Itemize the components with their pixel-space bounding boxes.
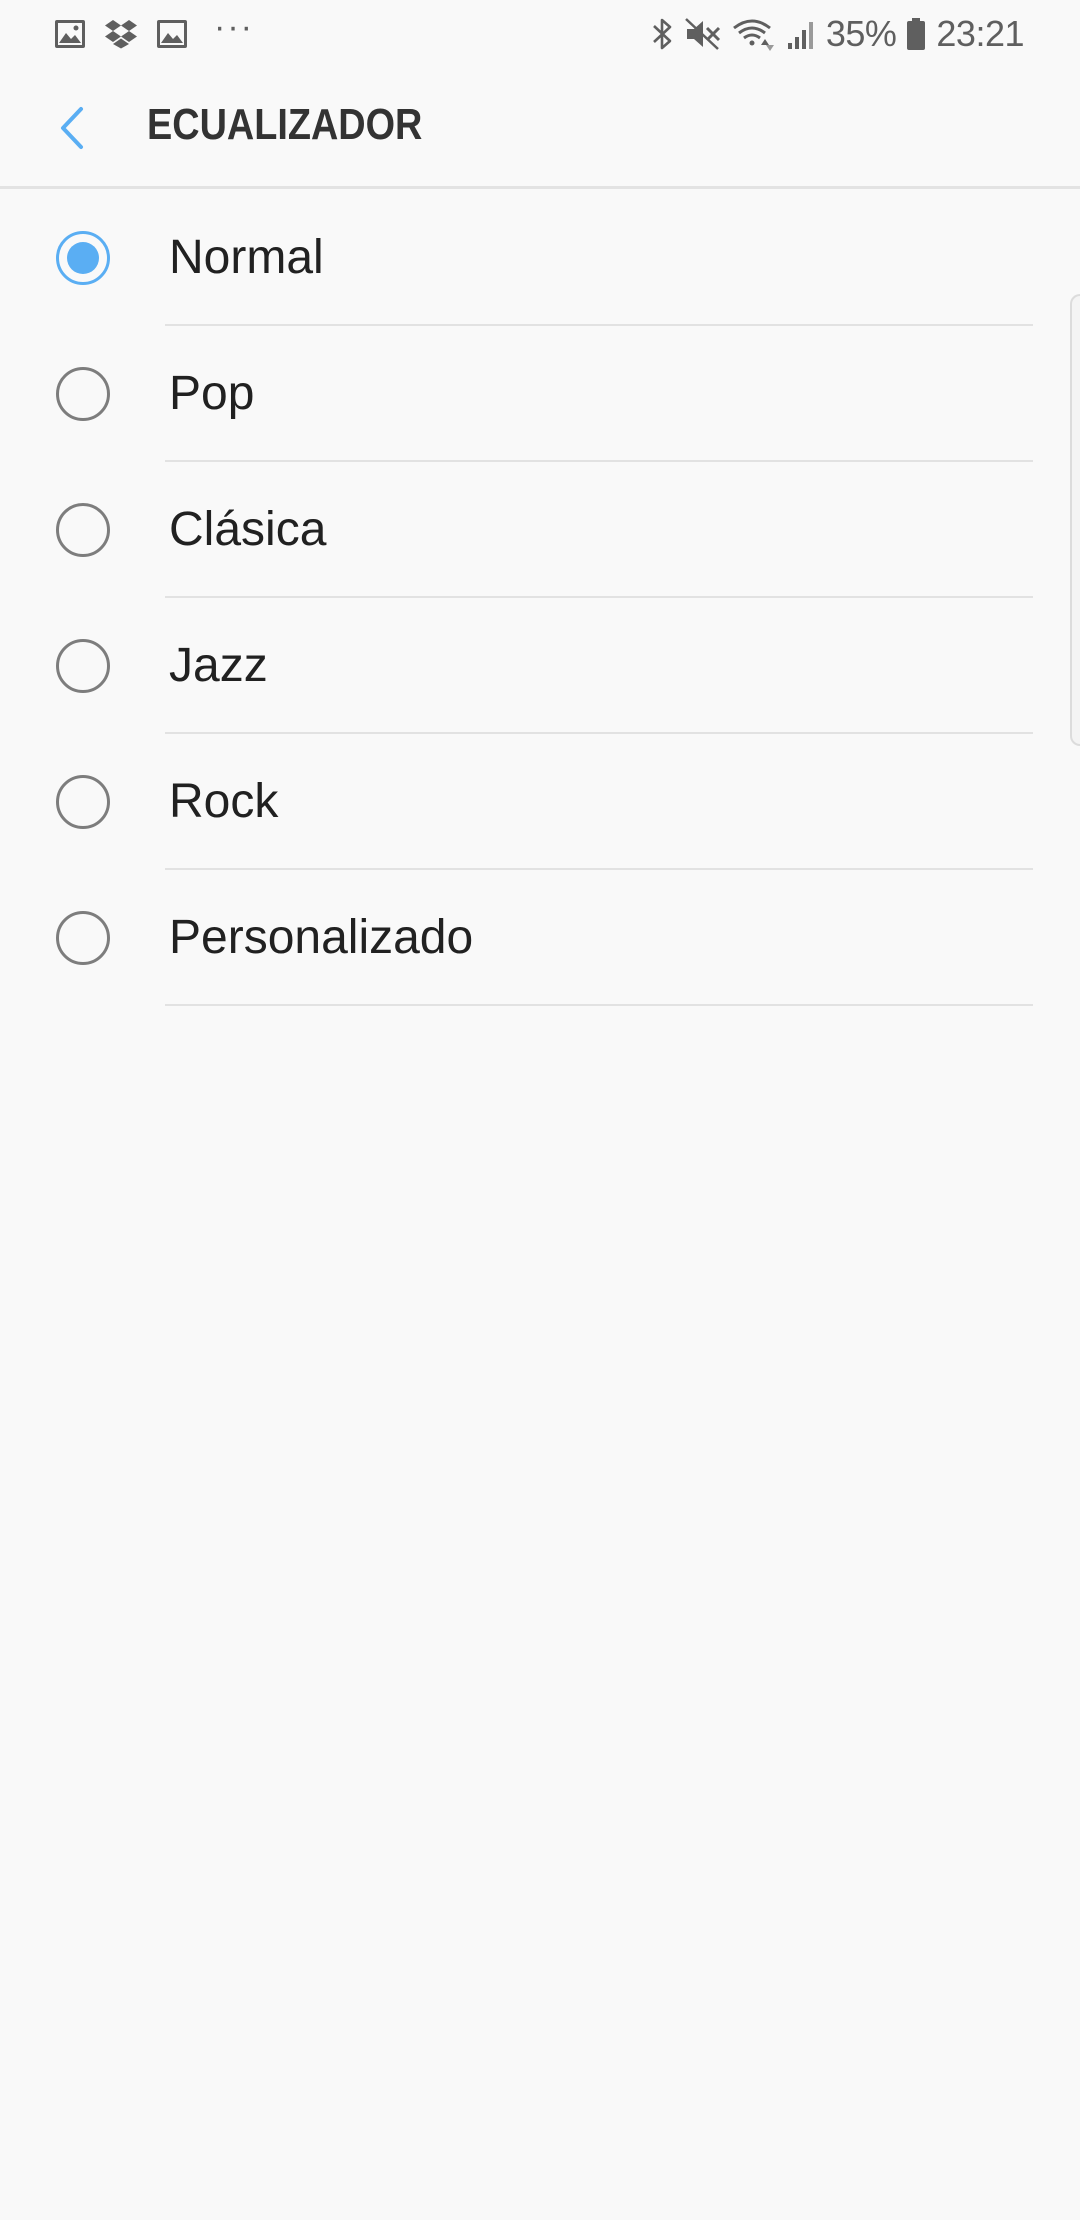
image-icon xyxy=(156,19,188,49)
wifi-icon xyxy=(732,17,776,51)
battery-icon xyxy=(906,17,926,51)
option-label: Clásica xyxy=(169,503,327,556)
app-bar: ECUALIZADOR xyxy=(0,66,1080,189)
gallery-icon xyxy=(54,19,86,49)
clock: 23:21 xyxy=(936,13,1024,54)
radio-button[interactable] xyxy=(56,367,110,421)
mute-icon xyxy=(684,17,722,51)
bluetooth-icon xyxy=(652,17,674,51)
equalizer-option-list: Normal Pop Clásica Jazz Rock Personaliza… xyxy=(0,190,1080,1006)
option-label: Jazz xyxy=(169,639,268,692)
option-clasica[interactable]: Clásica xyxy=(0,462,1080,598)
radio-button[interactable] xyxy=(56,503,110,557)
radio-dot xyxy=(67,242,99,274)
dropbox-icon xyxy=(104,19,138,49)
back-button[interactable] xyxy=(44,92,100,164)
option-label: Pop xyxy=(169,367,255,420)
radio-button[interactable] xyxy=(56,639,110,693)
option-jazz[interactable]: Jazz xyxy=(0,598,1080,734)
option-label: Personalizado xyxy=(169,911,474,964)
notification-icons: ··· xyxy=(54,10,254,52)
option-label: Normal xyxy=(169,231,324,284)
option-label: Rock xyxy=(169,775,279,828)
chevron-left-icon xyxy=(57,106,87,150)
radio-button[interactable] xyxy=(56,911,110,965)
radio-button[interactable] xyxy=(56,775,110,829)
option-rock[interactable]: Rock xyxy=(0,734,1080,870)
page-title: ECUALIZADOR xyxy=(147,100,423,149)
option-pop[interactable]: Pop xyxy=(0,326,1080,462)
battery-percentage: 35% xyxy=(825,13,897,54)
system-icons: 35% 23:21 xyxy=(652,10,1024,58)
status-bar: ··· 35% 23:21 xyxy=(0,0,1080,66)
divider xyxy=(165,1004,1033,1006)
more-notifications-indicator: ··· xyxy=(214,8,254,46)
equalizer-screen: ··· 35% 23:21 ECUALIZADOR Normal Pop Clá… xyxy=(0,0,1080,2220)
edge-panel-handle[interactable] xyxy=(1070,294,1080,746)
option-normal[interactable]: Normal xyxy=(0,190,1080,326)
radio-button-selected[interactable] xyxy=(56,231,110,285)
signal-icon xyxy=(786,17,816,51)
option-personalizado[interactable]: Personalizado xyxy=(0,870,1080,1006)
